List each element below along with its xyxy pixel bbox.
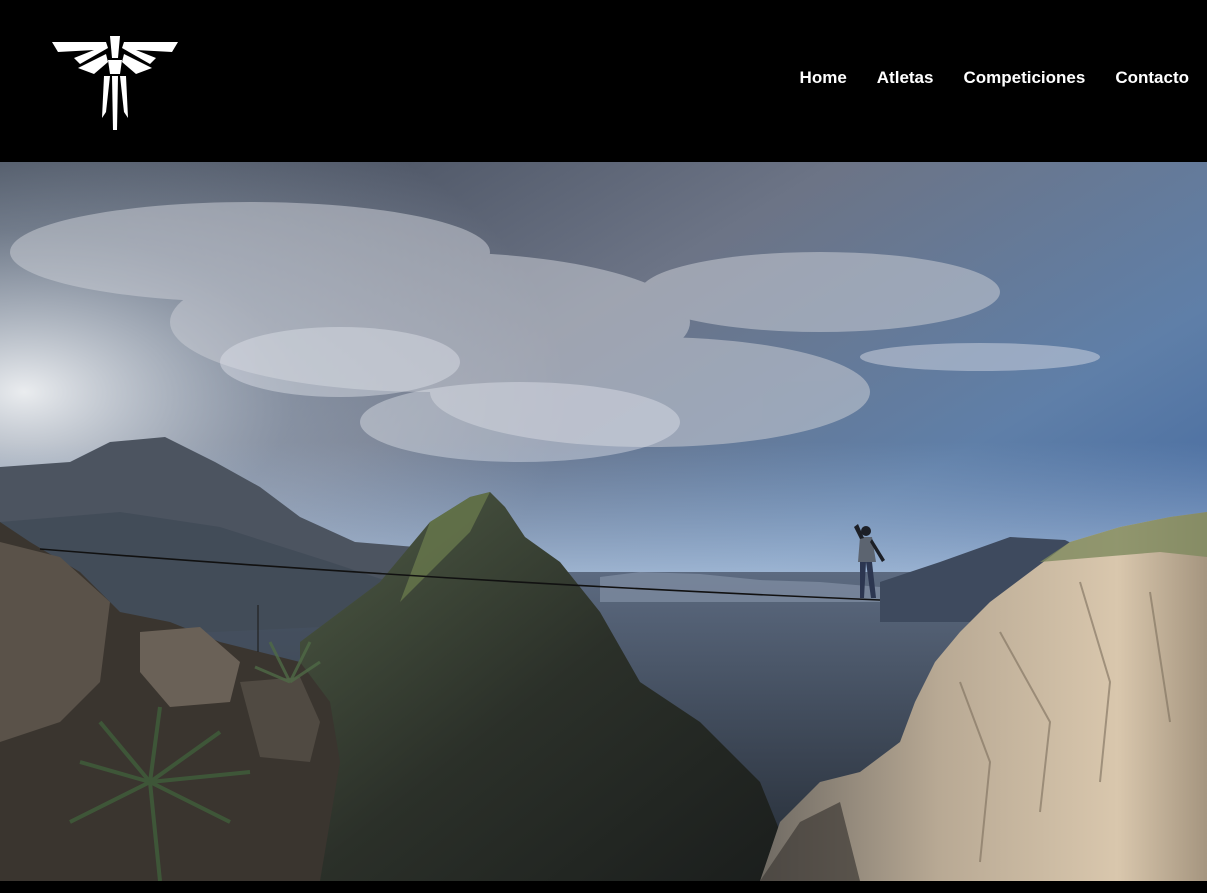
site-header: Home Atletas Competiciones Contacto: [0, 0, 1207, 162]
bottom-bar: [0, 881, 1207, 893]
main-nav: Home Atletas Competiciones Contacto: [800, 68, 1189, 88]
nav-atletas-link[interactable]: Atletas: [877, 68, 934, 88]
nav-home-link[interactable]: Home: [800, 68, 847, 88]
hero-image: [0, 162, 1207, 881]
nav-competiciones-link[interactable]: Competiciones: [963, 68, 1085, 88]
firefly-logo-icon[interactable]: [50, 34, 180, 130]
nav-contacto-link[interactable]: Contacto: [1115, 68, 1189, 88]
